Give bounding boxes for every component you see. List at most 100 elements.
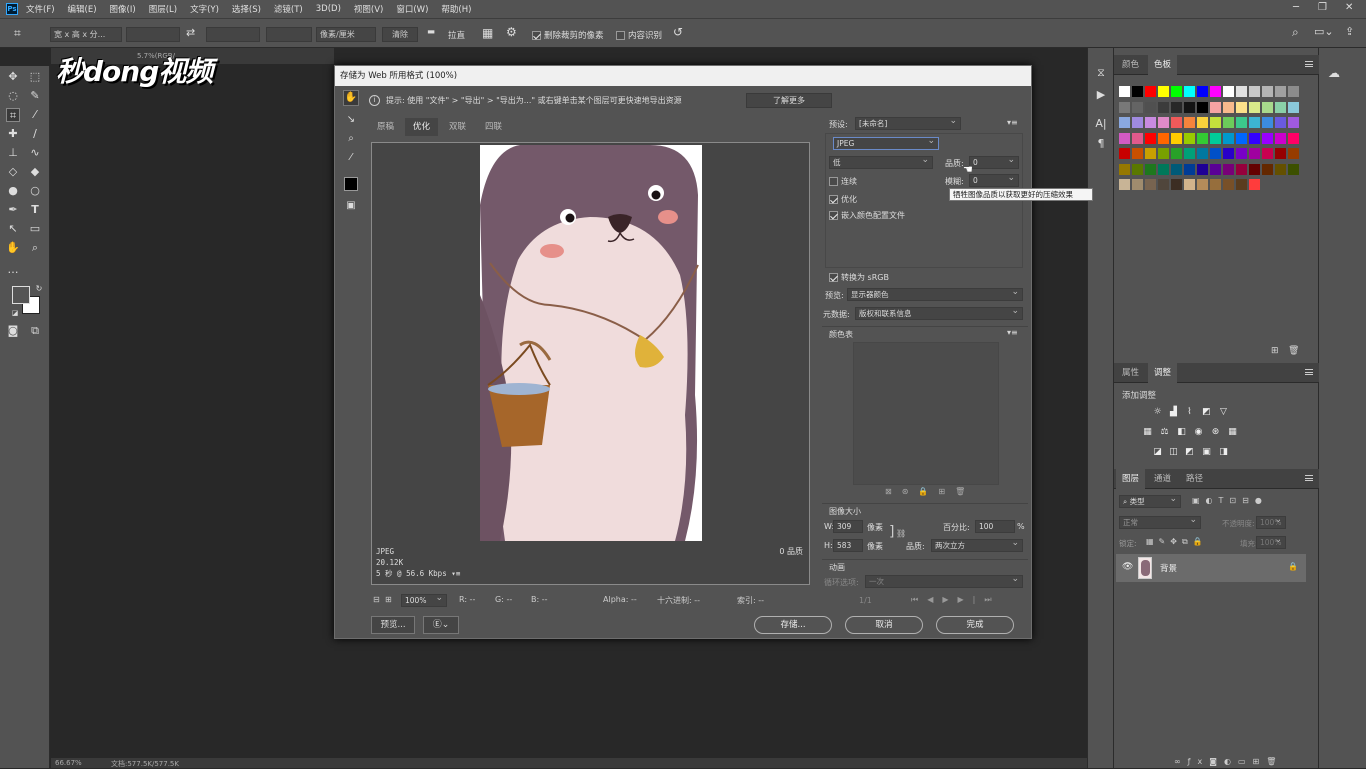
- path-select-icon[interactable]: ↖: [6, 222, 20, 236]
- color-swatch[interactable]: [1275, 148, 1286, 159]
- posterize-icon[interactable]: ◫: [1168, 447, 1179, 457]
- color-swatch[interactable]: [1171, 101, 1182, 113]
- hand-tool-icon[interactable]: ✋: [6, 241, 20, 255]
- grid-overlay-icon[interactable]: ▦: [482, 26, 493, 40]
- save-button[interactable]: 存储...: [754, 616, 832, 634]
- color-swatch[interactable]: [1288, 132, 1299, 144]
- color-swatch[interactable]: [1275, 101, 1286, 113]
- color-swatch[interactable]: [1262, 163, 1273, 175]
- delete-cropped-checkbox[interactable]: 删除裁剪的像素: [532, 29, 604, 41]
- panel-menu-icon[interactable]: [1305, 61, 1313, 67]
- units-select[interactable]: 像素/厘米: [316, 27, 376, 42]
- hand-tool-icon[interactable]: ✋: [344, 91, 358, 105]
- color-swatch[interactable]: [1197, 132, 1208, 144]
- gear-icon[interactable]: ⚙: [506, 25, 517, 39]
- metadata-select[interactable]: 版权和联系信息: [855, 306, 1023, 320]
- color-swatch[interactable]: [1262, 101, 1273, 113]
- color-swatch[interactable]: [1171, 163, 1182, 175]
- fill-input[interactable]: 100%: [1256, 535, 1286, 549]
- blend-mode-select[interactable]: 正常: [1119, 515, 1201, 529]
- color-swatch[interactable]: [1210, 148, 1221, 159]
- color-swatch[interactable]: [1119, 132, 1130, 144]
- color-swatch[interactable]: [1249, 101, 1260, 113]
- color-swatch[interactable]: [1197, 86, 1208, 97]
- color-swatch[interactable]: [1184, 117, 1195, 128]
- menu-image[interactable]: 图像(I): [110, 3, 136, 15]
- eraser-tool-icon[interactable]: ◇: [6, 165, 20, 179]
- hue-sat-icon[interactable]: ▦: [1142, 427, 1153, 437]
- minimize-icon[interactable]: ─: [1293, 2, 1299, 13]
- color-swatch[interactable]: [1132, 148, 1143, 159]
- color-swatch[interactable]: [1197, 101, 1208, 113]
- menu-window[interactable]: 窗口(W): [396, 3, 428, 15]
- width-input[interactable]: [126, 27, 180, 42]
- color-swatch[interactable]: [1119, 179, 1130, 190]
- color-swatch[interactable]: [1236, 163, 1247, 175]
- close-icon[interactable]: ✕: [1345, 2, 1353, 13]
- color-swatch[interactable]: [1223, 101, 1234, 113]
- crop-tool-icon[interactable]: ⌗: [14, 26, 21, 41]
- zoom-out-icon[interactable]: ⊟: [373, 595, 380, 604]
- color-swatch[interactable]: [1119, 86, 1130, 97]
- restore-icon[interactable]: ❐: [1318, 2, 1327, 13]
- color-swatch[interactable]: [1288, 101, 1299, 113]
- progressive-checkbox[interactable]: 连续: [829, 176, 857, 187]
- done-button[interactable]: 完成: [936, 616, 1014, 634]
- color-swatch[interactable]: [1210, 101, 1221, 113]
- new-swatch-icon[interactable]: ⊞: [1271, 346, 1279, 356]
- quality-preset-select[interactable]: 低: [829, 155, 933, 169]
- menu-select[interactable]: 选择(S): [232, 3, 261, 15]
- color-swatch[interactable]: [1197, 117, 1208, 128]
- photo-filter-icon[interactable]: ◉: [1193, 427, 1204, 437]
- tab-swatches[interactable]: 色板: [1148, 55, 1178, 75]
- embed-profile-checkbox[interactable]: 嵌入颜色配置文件: [829, 210, 905, 221]
- color-swatch[interactable]: [1145, 101, 1156, 113]
- panel-menu-icon[interactable]: [1305, 369, 1313, 375]
- menu-view[interactable]: 视图(V): [354, 3, 383, 15]
- stamp-tool-icon[interactable]: ⊥: [6, 146, 20, 160]
- lock-icons[interactable]: ▦✎✥⧉🔒: [1146, 537, 1208, 547]
- color-swatch[interactable]: [1158, 117, 1169, 128]
- workspace-icon[interactable]: ▭⌄: [1314, 25, 1334, 38]
- color-swatch[interactable]: [1210, 163, 1221, 175]
- percent-input[interactable]: 100: [975, 520, 1015, 533]
- color-swatch[interactable]: [1210, 132, 1221, 144]
- eyedropper-color-swatch[interactable]: [344, 177, 358, 191]
- ratio-select[interactable]: 宽 x 高 x 分...: [50, 27, 122, 42]
- color-swatch[interactable]: [1236, 132, 1247, 144]
- color-swatch[interactable]: [1288, 86, 1299, 97]
- lasso-tool-icon[interactable]: ◌: [6, 89, 20, 103]
- color-swatch[interactable]: [1171, 86, 1182, 97]
- tab-optimized[interactable]: 优化: [405, 118, 439, 136]
- color-swatch[interactable]: [1249, 117, 1260, 128]
- color-swatch[interactable]: [1158, 163, 1169, 175]
- vibrance-icon[interactable]: ▽: [1218, 407, 1229, 417]
- move-tool-icon[interactable]: ✥: [6, 70, 20, 84]
- browser-select-icon[interactable]: Ⓔ⌄: [423, 616, 459, 634]
- brush-tool-icon[interactable]: ∕: [28, 127, 42, 141]
- quick-select-icon[interactable]: ✎: [28, 89, 42, 103]
- convert-srgb-checkbox[interactable]: 转换为 sRGB: [829, 272, 889, 283]
- preset-select[interactable]: [未命名]: [855, 116, 961, 130]
- tab-layers[interactable]: 图层: [1116, 469, 1146, 489]
- rectangle-tool-icon[interactable]: ▭: [28, 222, 42, 236]
- color-swatch[interactable]: [1197, 148, 1208, 159]
- paragraph-icon[interactable]: ¶: [1094, 137, 1108, 151]
- preview-pane[interactable]: JPEG 20.12K 5 秒 @ 56.6 Kbps ▾≡ 0 品质: [371, 142, 810, 585]
- character-icon[interactable]: A|: [1094, 117, 1108, 131]
- loop-select[interactable]: 一次: [865, 574, 1023, 588]
- color-swatch[interactable]: [1132, 86, 1143, 97]
- color-swatch[interactable]: [1236, 101, 1247, 113]
- color-swatch[interactable]: [1249, 163, 1260, 175]
- clear-button[interactable]: 清除: [382, 27, 418, 42]
- color-swatch[interactable]: [1275, 132, 1286, 144]
- default-colors-icon[interactable]: ◪: [8, 306, 22, 320]
- color-swatch[interactable]: [1249, 179, 1260, 190]
- color-swatch[interactable]: [1158, 101, 1169, 113]
- color-swatch[interactable]: [1275, 86, 1286, 97]
- color-swatch[interactable]: [1249, 86, 1260, 97]
- foreground-color-swatch[interactable]: [12, 286, 30, 304]
- speed-menu-icon[interactable]: ▾≡: [451, 569, 460, 578]
- preview-select[interactable]: 显示器颜色: [847, 287, 1023, 301]
- color-swatch[interactable]: [1236, 148, 1247, 159]
